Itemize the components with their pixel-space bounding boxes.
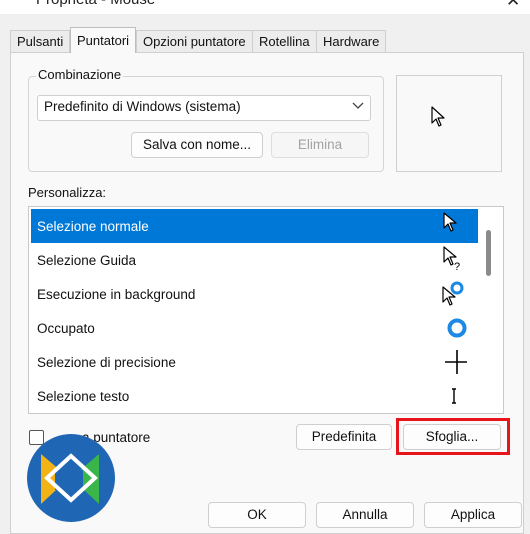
tab-opzioni-puntatore[interactable]: Opzioni puntatore xyxy=(136,30,253,52)
help-select-cursor-icon: ? xyxy=(443,246,460,273)
tab-pulsanti[interactable]: Pulsanti xyxy=(10,30,71,52)
ok-button[interactable]: OK xyxy=(208,502,306,528)
list-item[interactable]: Selezione testo xyxy=(31,379,478,413)
scheme-dropdown[interactable]: Predefinito di Windows (sistema) xyxy=(37,95,371,121)
list-item[interactable]: Selezione Guida ? xyxy=(31,243,478,277)
scheme-selected-value: Predefinito di Windows (sistema) xyxy=(44,99,241,114)
arrow-cursor-icon xyxy=(443,212,457,232)
working-in-background-cursor-icon xyxy=(442,281,464,306)
list-item[interactable]: Selezione di precisione xyxy=(31,345,478,379)
list-item-label: Selezione normale xyxy=(37,219,149,234)
list-item-label: Esecuzione in background xyxy=(37,287,196,302)
svg-text:?: ? xyxy=(454,261,460,273)
site-logo xyxy=(27,434,115,522)
scheme-group-label: Combinazione xyxy=(36,67,124,82)
list-item-label: Selezione Guida xyxy=(37,253,137,268)
apply-button[interactable]: Applica xyxy=(424,502,522,528)
use-default-button[interactable]: Predefinita xyxy=(296,424,392,450)
tab-puntatori[interactable]: Puntatori xyxy=(70,27,137,53)
list-item-label: Occupato xyxy=(37,321,95,336)
cursor-list[interactable]: Selezione normale Selezione Guida ? Esec… xyxy=(28,206,504,414)
text-select-cursor-icon xyxy=(452,388,456,404)
tab-rotellina[interactable]: Rotellina xyxy=(252,30,317,52)
chevron-down-icon xyxy=(352,98,364,117)
delete-button[interactable]: Elimina xyxy=(271,132,369,158)
cancel-button[interactable]: Annulla xyxy=(316,502,414,528)
cursor-preview xyxy=(396,75,502,172)
arrow-cursor-icon xyxy=(431,106,445,127)
busy-cursor-icon xyxy=(447,318,467,338)
list-item-label: Selezione di precisione xyxy=(37,355,176,370)
precision-select-cursor-icon xyxy=(445,350,467,374)
customize-label: Personalizza: xyxy=(28,185,107,200)
tab-hardware[interactable]: Hardware xyxy=(316,30,387,52)
title-bar: Proprietà - Mouse ✕ xyxy=(0,0,530,14)
close-icon[interactable]: ✕ xyxy=(506,0,520,11)
save-as-button[interactable]: Salva con nome... xyxy=(131,132,263,158)
list-item-label: Selezione testo xyxy=(37,389,130,404)
list-scrollbar[interactable] xyxy=(486,230,491,276)
list-item[interactable]: Occupato xyxy=(31,311,478,345)
highlight-box xyxy=(396,418,510,455)
window-title: Proprietà - Mouse xyxy=(36,0,155,8)
list-item[interactable]: Selezione normale xyxy=(31,209,478,243)
list-item[interactable]: Esecuzione in background xyxy=(31,277,478,311)
